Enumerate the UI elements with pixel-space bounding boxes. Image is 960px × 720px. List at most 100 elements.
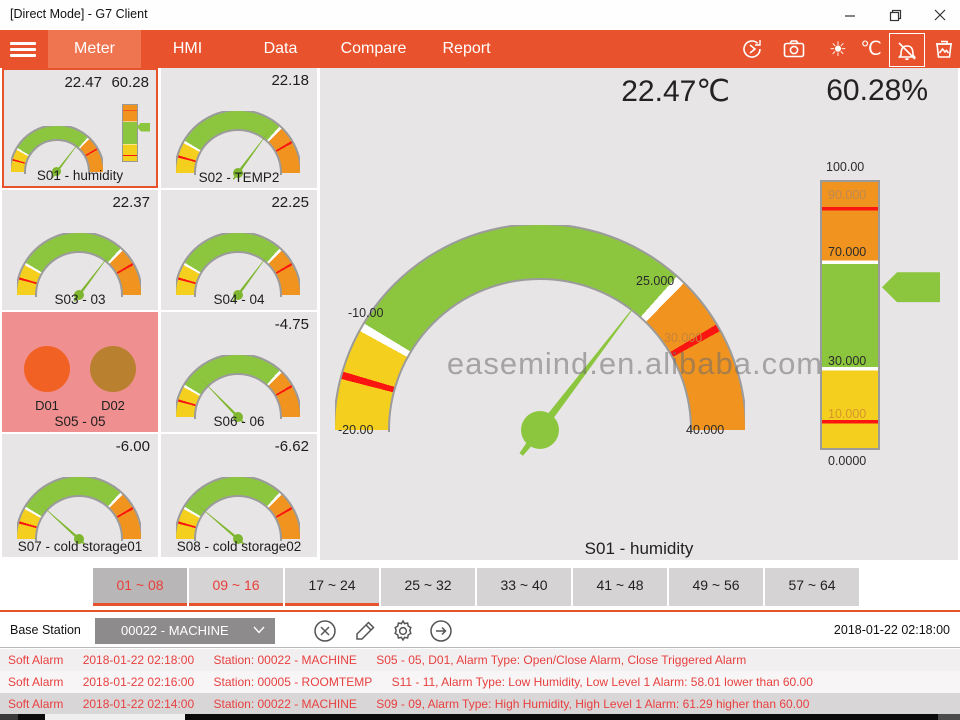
settings-gear-icon[interactable]	[390, 618, 416, 644]
tile-value-hum: 60.28	[111, 74, 149, 91]
range-tab-17-24[interactable]: 17 ~ 24	[285, 568, 379, 606]
tile-value: -6.00	[116, 438, 150, 455]
tile-humidity-bar	[122, 104, 138, 162]
meter-tile-s07[interactable]: -6.00 S07 - cold storage01	[2, 434, 158, 557]
base-station-label: Base Station	[10, 623, 81, 637]
bottom-edge-strip	[45, 714, 185, 720]
app-window: [Direct Mode] - G7 Client Meter HMI Data…	[0, 0, 960, 720]
alarm-station: Station: 00022 - MACHINE	[213, 653, 356, 667]
tile-value: 22.37	[112, 194, 150, 211]
tile-label: S03 - 03	[2, 292, 158, 307]
tile-gauge	[17, 233, 141, 297]
tile-value: 22.25	[271, 194, 309, 211]
brightness-icon[interactable]: ☀	[821, 33, 855, 65]
alarm-type: Soft Alarm	[8, 697, 63, 711]
digital-indicator-d01	[24, 346, 70, 392]
tab-report[interactable]: Report	[420, 30, 513, 68]
meter-tile-s04[interactable]: 22.25 S04 - 04	[161, 190, 317, 310]
meter-tile-s05[interactable]: D01 D02 S05 - 05	[2, 312, 158, 432]
range-tab-09-16[interactable]: 09 ~ 16	[189, 568, 283, 606]
snapshot-gallery-icon[interactable]	[927, 33, 960, 65]
camera-icon[interactable]	[777, 33, 811, 65]
range-tab-49-56[interactable]: 49 ~ 56	[669, 568, 763, 606]
alarm-row[interactable]: Soft Alarm 2018-01-22 02:18:00 Station: …	[0, 649, 960, 671]
range-tab-25-32[interactable]: 25 ~ 32	[381, 568, 475, 606]
bar-10-label: 10.000	[828, 407, 866, 421]
cancel-icon[interactable]	[312, 618, 338, 644]
alarm-station: Station: 00005 - ROOMTEMP	[213, 675, 372, 689]
range-tab-41-48[interactable]: 41 ~ 48	[573, 568, 667, 606]
separator-line	[0, 610, 960, 612]
indicator-label: D02	[90, 398, 136, 413]
range-tab-01-08[interactable]: 01 ~ 08	[93, 568, 187, 606]
humidity-bar-pointer	[882, 272, 940, 302]
restore-button[interactable]	[875, 0, 915, 30]
minimize-button[interactable]	[830, 0, 870, 30]
chevron-down-icon	[253, 626, 265, 634]
gauge-alarm-label: 30.000	[664, 331, 702, 345]
sync-icon[interactable]	[735, 33, 769, 65]
meter-tile-s01[interactable]: 22.47 60.28 S01 - humidity	[2, 68, 158, 188]
tab-hmi[interactable]: HMI	[141, 30, 234, 68]
gauge-min-label: -20.00	[338, 423, 373, 437]
minimize-icon	[844, 9, 856, 21]
meter-tile-s03[interactable]: 22.37 S03 - 03	[2, 190, 158, 310]
tab-data[interactable]: Data	[234, 30, 327, 68]
digital-indicator-d02	[90, 346, 136, 392]
alarm-time: 2018-01-22 02:16:00	[83, 675, 194, 689]
alarm-time: 2018-01-22 02:14:00	[83, 697, 194, 711]
tile-label: S02 - TEMP2	[161, 170, 317, 185]
range-tab-33-40[interactable]: 33 ~ 40	[477, 568, 571, 606]
alarm-type: Soft Alarm	[8, 653, 63, 667]
close-button[interactable]	[920, 0, 960, 30]
menu-button[interactable]	[6, 37, 40, 63]
humidity-reading: 60.28%	[760, 74, 928, 108]
alarm-row[interactable]: Soft Alarm 2018-01-22 02:16:00 Station: …	[0, 671, 960, 693]
bar-30-label: 30.000	[828, 354, 866, 368]
window-title: [Direct Mode] - G7 Client	[10, 7, 148, 21]
export-icon[interactable]	[428, 618, 454, 644]
base-station-value: 00022 - MACHINE	[121, 623, 229, 638]
main-gauge	[335, 225, 745, 432]
bar-pointer	[137, 123, 150, 132]
tile-gauge	[176, 477, 300, 541]
title-bar: [Direct Mode] - G7 Client	[0, 0, 960, 30]
gauge-max-label: 40.000	[686, 423, 724, 437]
tile-gauge	[17, 477, 141, 541]
bottom-edge-strip	[185, 714, 938, 720]
bar-min-label: 0.0000	[828, 454, 866, 468]
tile-label: S04 - 04	[161, 292, 317, 307]
alarm-type: Soft Alarm	[8, 675, 63, 689]
tile-value-temp: 22.47	[64, 74, 102, 91]
meter-tile-s08[interactable]: -6.62 S08 - cold storage02	[161, 434, 317, 557]
tile-label: S01 - humidity	[4, 168, 156, 183]
selected-channel-label: S01 - humidity	[320, 539, 958, 559]
alarm-mute-icon[interactable]	[889, 33, 925, 67]
tile-gauge	[176, 111, 300, 175]
tile-label: S07 - cold storage01	[2, 539, 158, 554]
bottom-edge-strip	[0, 714, 18, 720]
tile-label: S06 - 06	[161, 414, 317, 429]
meter-tile-s02[interactable]: 22.18 S02 - TEMP2	[161, 68, 317, 188]
bottom-toolbar: Base Station 00022 - MACHINE 201	[0, 613, 960, 648]
alarm-station: Station: 00022 - MACHINE	[213, 697, 356, 711]
nav-bar: Meter HMI Data Compare Report ☀ ℃	[0, 30, 960, 68]
meter-tile-s06[interactable]: -4.75 S06 - 06	[161, 312, 317, 432]
bar-70-label: 70.000	[828, 245, 866, 259]
alarm-detail: S11 - 11, Alarm Type: Low Humidity, Low …	[392, 675, 813, 689]
temperature-reading: 22.47℃	[560, 74, 730, 109]
alarm-row[interactable]: Soft Alarm 2018-01-22 02:14:00 Station: …	[0, 693, 960, 714]
edit-icon[interactable]	[352, 618, 378, 644]
main-meter-panel: 22.47℃ 60.28% -20.00 -10.00 25.000 30.00…	[320, 68, 958, 560]
range-tab-57-64[interactable]: 57 ~ 64	[765, 568, 859, 606]
close-icon	[934, 9, 946, 21]
indicator-label: D01	[24, 398, 70, 413]
base-station-dropdown[interactable]: 00022 - MACHINE	[95, 618, 275, 644]
tab-compare[interactable]: Compare	[327, 30, 420, 68]
tab-meter[interactable]: Meter	[48, 30, 141, 68]
celsius-unit-icon[interactable]: ℃	[854, 33, 888, 65]
main-gauge-hub	[521, 411, 559, 449]
restore-icon	[889, 9, 902, 22]
tile-label: S08 - cold storage02	[161, 539, 317, 554]
bar-90-label: 90.000	[828, 188, 866, 202]
